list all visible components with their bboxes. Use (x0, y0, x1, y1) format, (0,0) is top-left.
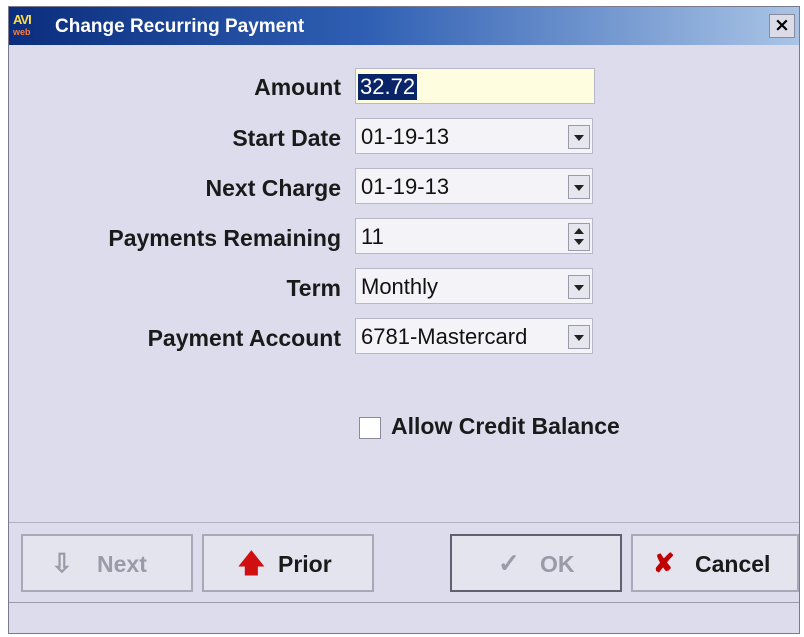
term-value: Monthly (361, 274, 439, 299)
payments-remaining-stepper[interactable]: 11 (355, 218, 593, 254)
chevron-down-icon[interactable] (568, 125, 590, 149)
term-label: Term (286, 275, 341, 301)
title-bar: AVI web Change Recurring Payment × (9, 7, 799, 45)
chevron-down-icon[interactable] (568, 175, 590, 199)
prior-button[interactable]: 🡅 Prior (202, 534, 374, 592)
allow-credit-balance-label[interactable]: Allow Credit Balance (391, 413, 620, 440)
checkmark-icon: ✓ (498, 548, 520, 578)
term-dropdown[interactable]: Monthly (355, 268, 593, 304)
spin-down-icon[interactable] (574, 239, 584, 245)
start-date-dropdown[interactable]: 01-19-13 (355, 118, 593, 154)
cancel-button[interactable]: ✘ Cancel (631, 534, 799, 592)
payment-account-dropdown[interactable]: 6781-Mastercard (355, 318, 593, 354)
amount-input[interactable]: 32.72 (355, 68, 595, 104)
change-recurring-payment-dialog: AVI web Change Recurring Payment × Amoun… (8, 6, 800, 634)
spin-up-icon[interactable] (574, 228, 584, 234)
next-charge-label: Next Charge (205, 175, 341, 201)
status-bar (9, 602, 799, 633)
start-date-label: Start Date (232, 125, 341, 151)
next-button[interactable]: ⇩ Next (21, 534, 193, 592)
next-charge-dropdown[interactable]: 01-19-13 (355, 168, 593, 204)
arrow-down-icon: ⇩ (51, 548, 73, 578)
close-button[interactable]: × (769, 14, 795, 38)
amount-value: 32.72 (358, 74, 418, 100)
arrow-up-icon: 🡅 (238, 548, 265, 578)
avi-logo-icon: AVI web (13, 12, 32, 37)
close-icon: × (774, 14, 790, 36)
payment-account-value: 6781-Mastercard (361, 324, 528, 349)
chevron-down-icon[interactable] (568, 275, 590, 299)
ok-button[interactable]: ✓ OK (450, 534, 622, 592)
payments-remaining-label: Payments Remaining (108, 225, 341, 251)
dialog-title: Change Recurring Payment (55, 16, 305, 37)
amount-label: Amount (254, 74, 341, 100)
x-icon: ✘ (653, 548, 675, 578)
allow-credit-balance-checkbox[interactable] (359, 417, 381, 439)
start-date-value: 01-19-13 (361, 124, 450, 149)
next-charge-value: 01-19-13 (361, 174, 450, 199)
payment-account-label: Payment Account (147, 325, 341, 351)
chevron-down-icon[interactable] (568, 325, 590, 349)
payments-remaining-value: 11 (361, 224, 384, 249)
spinner-icon[interactable] (568, 223, 590, 251)
divider (9, 522, 799, 523)
